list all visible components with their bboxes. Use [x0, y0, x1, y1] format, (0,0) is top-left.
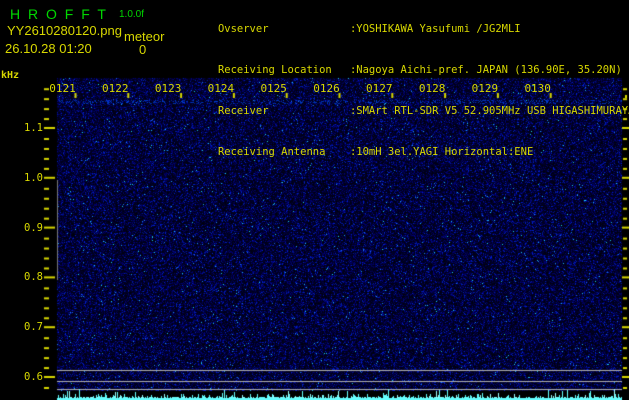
- y-axis-tick-label: 0.8: [20, 271, 43, 283]
- station-row-location: Receiving Location:Nagoya Aichi-pref. JA…: [180, 50, 629, 91]
- x-axis-tick-label: 0126: [307, 82, 347, 95]
- x-axis-tick-label: 0123: [148, 82, 188, 95]
- x-axis-tick-label: 0121: [43, 82, 83, 95]
- meteor-count: 0: [139, 42, 146, 57]
- x-axis-tick-label: 0130: [518, 82, 558, 95]
- x-axis-tick-label: 0124: [201, 82, 241, 95]
- station-row-value: :YOSHIKAWA Yasufumi /JG2MLI: [350, 23, 521, 35]
- x-axis-tick-label: 0125: [254, 82, 294, 95]
- app-version: 1.0.0f: [119, 9, 144, 20]
- app-title: H R O F F T: [10, 6, 108, 22]
- datetime-label: 26.10.28 01:20: [5, 41, 92, 56]
- station-row-value: :10mH 3el.YAGI Horizontal:ENE: [350, 146, 533, 158]
- y-axis-unit-label: kHz: [1, 70, 19, 81]
- station-row-label: Receiving Location: [218, 64, 350, 78]
- y-axis-tick-label: 1.0: [20, 172, 43, 184]
- station-row-label: Receiver: [218, 105, 350, 119]
- x-axis-tick-label: 0122: [95, 82, 135, 95]
- station-row-observer: Ovserver:YOSHIKAWA Yasufumi /JG2MLI: [180, 9, 629, 50]
- station-row-value: :Nagoya Aichi-pref. JAPAN (136.90E, 35.2…: [350, 64, 622, 76]
- y-axis-tick-label: 0.7: [20, 321, 43, 333]
- y-axis-tick-label: 0.9: [20, 222, 43, 234]
- station-row-value: :SMArt RTL-SDR V5 52.905MHz USB HIGASHIM…: [350, 105, 629, 117]
- hrofft-screen: H R O F F T 1.0.0f YY2610280120.png mete…: [0, 0, 629, 400]
- x-axis-tick-label: 0128: [412, 82, 452, 95]
- y-axis-tick-label: 0.6: [20, 371, 43, 383]
- station-row-antenna: Receiving Antenna:10mH 3el.YAGI Horizont…: [180, 132, 629, 173]
- station-row-label: Ovserver: [218, 23, 350, 37]
- station-row-receiver: Receiver:SMArt RTL-SDR V5 52.905MHz USB …: [180, 91, 629, 132]
- y-axis-tick-label: 1.1: [20, 122, 43, 134]
- x-axis-tick-label: 0129: [465, 82, 505, 95]
- station-info: Ovserver:YOSHIKAWA Yasufumi /JG2MLI Rece…: [180, 9, 629, 173]
- station-row-label: Receiving Antenna: [218, 146, 350, 160]
- output-filename: YY2610280120.png: [7, 23, 122, 38]
- x-axis-tick-label: 0127: [359, 82, 399, 95]
